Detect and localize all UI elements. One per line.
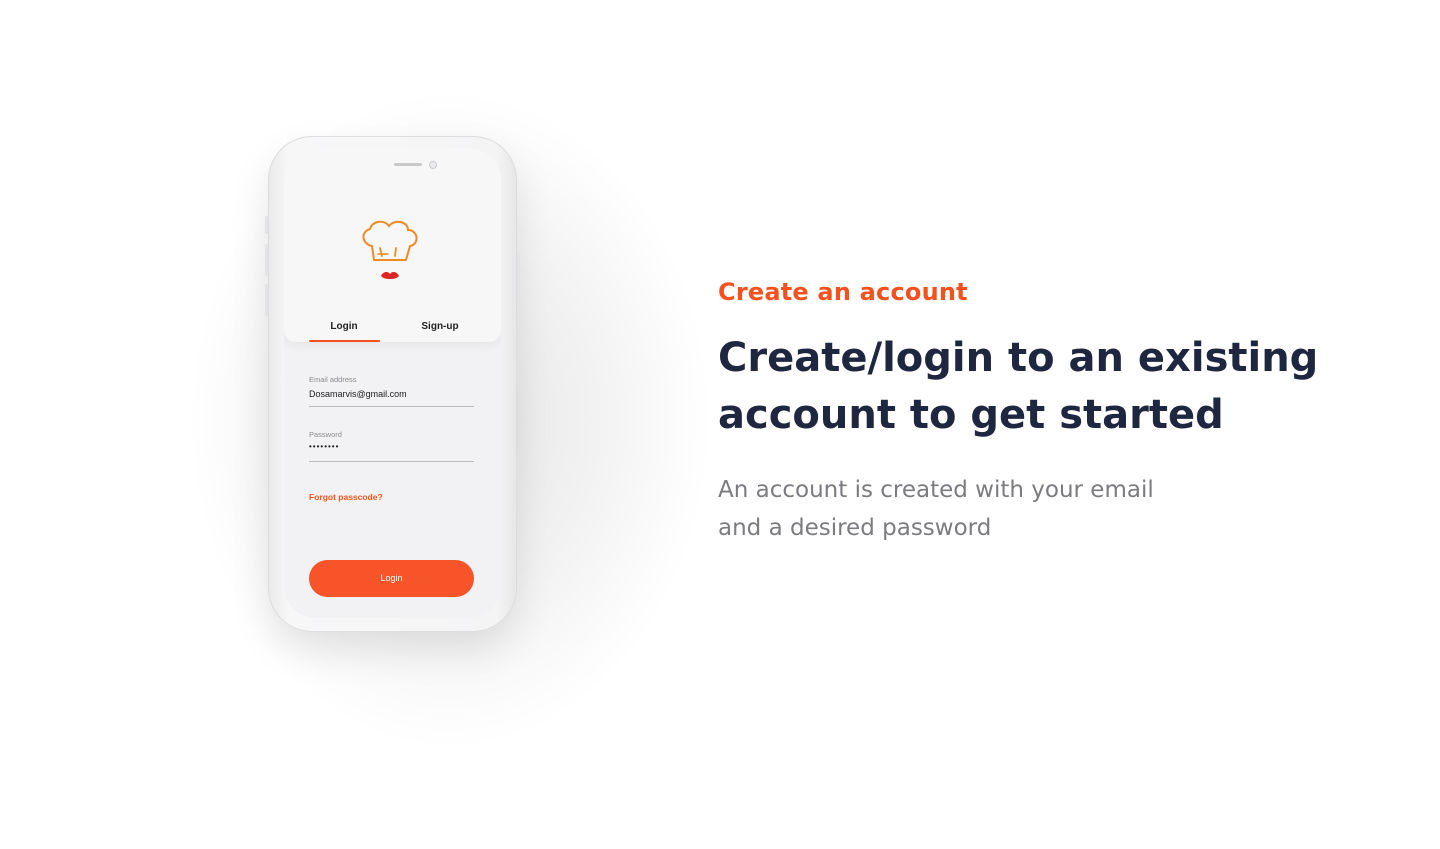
eyebrow-title: Create an account: [718, 278, 968, 306]
password-field[interactable]: ••••••••: [309, 442, 474, 451]
phone-side-button: [265, 284, 268, 316]
email-field[interactable]: Dosamarvis@gmail.com: [309, 389, 474, 399]
description-line-2: and a desired password: [718, 515, 992, 541]
tab-sign-up[interactable]: Sign-up: [405, 321, 475, 332]
forgot-passcode-link[interactable]: Forgot passcode?: [309, 492, 383, 502]
chef-hat-icon: [362, 220, 418, 279]
phone-mockup: Login Sign-up Email address Dosamarvis@g…: [265, 136, 520, 632]
password-underline: [309, 461, 474, 462]
active-tab-indicator: [309, 340, 380, 342]
login-header-card: Login Sign-up: [284, 148, 501, 342]
email-underline: [309, 406, 474, 407]
phone-side-button: [265, 244, 268, 276]
email-label: Email address: [309, 375, 357, 384]
password-label: Password: [309, 430, 342, 439]
phone-camera: [429, 161, 437, 169]
phone-side-button: [517, 254, 520, 300]
headline-line-2: account to get started: [718, 392, 1224, 438]
tab-login[interactable]: Login: [309, 321, 379, 332]
phone-side-button: [265, 216, 268, 234]
headline-line-1: Create/login to an existing: [718, 335, 1319, 381]
description-text: An account is created with your email an…: [718, 471, 1218, 547]
login-button[interactable]: Login: [309, 560, 474, 597]
page-headline: Create/login to an existing account to g…: [718, 330, 1358, 444]
description-line-1: An account is created with your email: [718, 477, 1154, 503]
phone-screen: Login Sign-up Email address Dosamarvis@g…: [284, 148, 501, 618]
phone-speaker: [394, 163, 422, 166]
